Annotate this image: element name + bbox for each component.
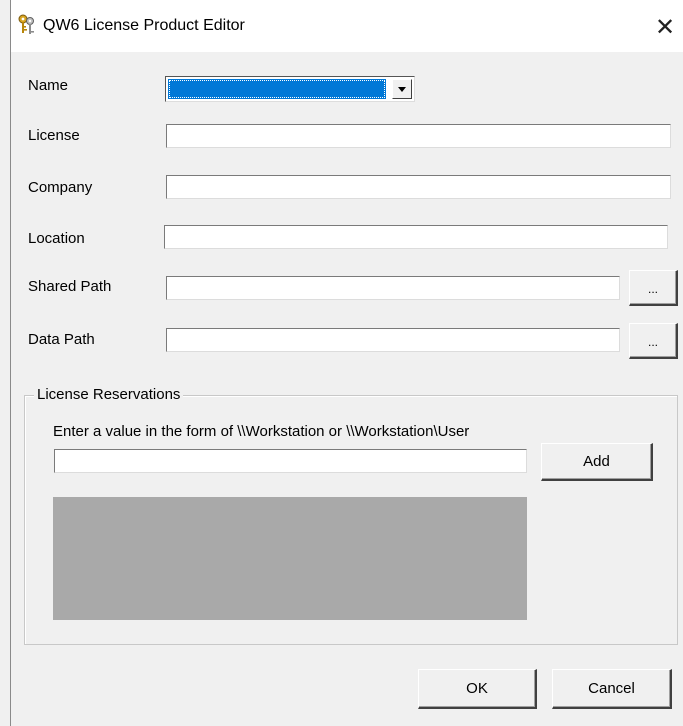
title-bar[interactable]: QW6 License Product Editor ✕: [11, 0, 683, 52]
license-field[interactable]: [166, 124, 671, 148]
ok-button[interactable]: OK: [418, 669, 537, 709]
license-product-editor-dialog: QW6 License Product Editor ✕ Name Licens…: [10, 0, 683, 726]
close-icon: ✕: [654, 13, 676, 41]
data-path-field[interactable]: [166, 328, 620, 352]
add-button[interactable]: Add: [541, 443, 653, 481]
keys-icon: [18, 14, 34, 34]
company-field[interactable]: [166, 175, 671, 199]
reservation-hint: Enter a value in the form of \\Workstati…: [53, 423, 470, 440]
browse-label: ...: [647, 335, 658, 349]
close-button[interactable]: ✕: [648, 10, 682, 44]
group-legend: License Reservations: [34, 386, 184, 403]
ok-label: OK: [466, 680, 488, 697]
cancel-button[interactable]: Cancel: [552, 669, 672, 709]
reservation-input[interactable]: [54, 449, 527, 473]
shared-path-field[interactable]: [166, 276, 620, 300]
reservations-list[interactable]: [53, 497, 527, 620]
data-path-label: Data Path: [28, 331, 95, 348]
company-label: Company: [28, 179, 93, 196]
chevron-down-icon: [398, 87, 406, 92]
license-label: License: [28, 127, 80, 144]
name-label: Name: [28, 77, 69, 94]
window-title: QW6 License Product Editor: [43, 17, 245, 34]
name-selected-value: [168, 79, 386, 99]
location-label: Location: [28, 230, 85, 247]
location-field[interactable]: [164, 225, 668, 249]
data-path-browse-button[interactable]: ...: [629, 323, 678, 359]
cancel-label: Cancel: [588, 680, 635, 697]
add-label: Add: [583, 453, 610, 470]
name-combobox[interactable]: [165, 76, 415, 102]
name-dropdown-button[interactable]: [392, 79, 412, 99]
browse-label: ...: [647, 282, 658, 296]
shared-path-browse-button[interactable]: ...: [629, 270, 678, 306]
shared-path-label: Shared Path: [28, 278, 112, 295]
